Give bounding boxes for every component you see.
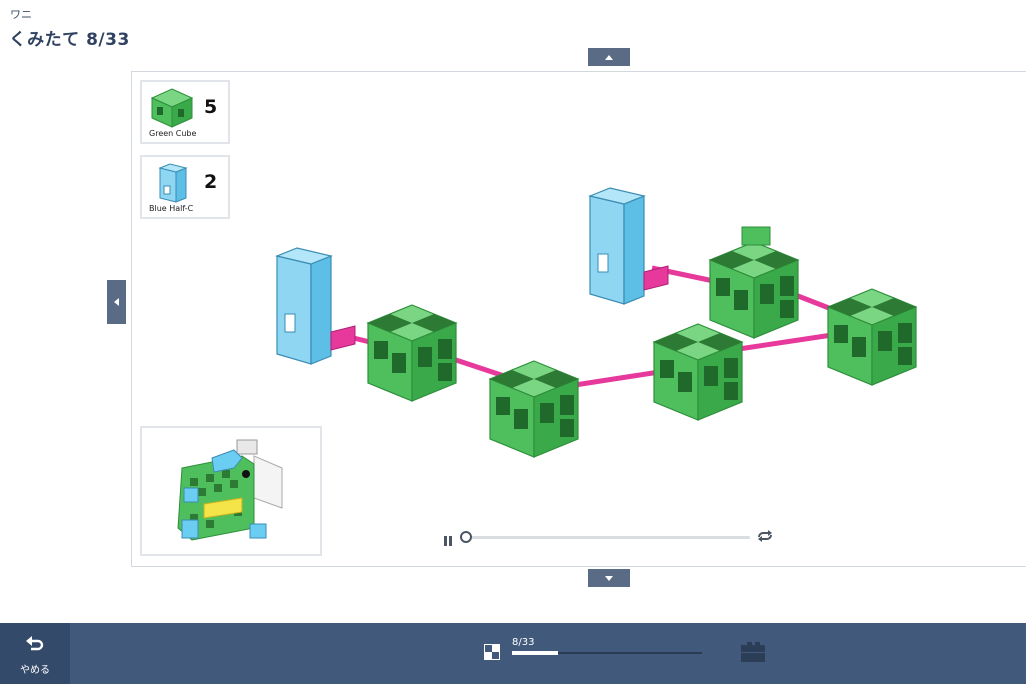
green-cube-4	[709, 241, 799, 339]
part-count: 2	[204, 171, 218, 193]
build-mode-icon[interactable]	[739, 642, 767, 664]
scrubber-handle[interactable]	[460, 531, 472, 543]
chevron-left-icon	[114, 298, 119, 306]
prev-view-button[interactable]	[588, 48, 630, 66]
animation-player	[444, 529, 784, 546]
blue-half-cube-right	[589, 187, 669, 305]
pause-icon-bar	[449, 536, 452, 546]
undo-icon	[26, 636, 44, 651]
quit-button[interactable]: やめる	[0, 623, 70, 684]
next-view-button[interactable]	[588, 569, 630, 587]
part-name: Blue Half-C	[149, 204, 194, 213]
part-count: 5	[204, 96, 218, 118]
completed-model-preview	[140, 426, 322, 556]
blue-half-cube-icon	[158, 163, 188, 203]
green-cube-icon	[150, 88, 194, 128]
bottom-bar: やめる 8/33	[0, 623, 1026, 684]
page-title: くみたて 8/33	[9, 30, 130, 50]
part-card-blue-half: 2 Blue Half-C	[140, 155, 230, 219]
loop-icon[interactable]	[756, 529, 774, 543]
pause-icon	[444, 536, 447, 546]
step-progress-fill	[512, 651, 559, 655]
step-progress-bar	[512, 651, 702, 655]
part-card-green-cube: 5 Green Cube	[140, 80, 230, 144]
assembly-stage[interactable]: 5 Green Cube 2 Blue Half-C	[131, 71, 1026, 567]
green-cube-5	[827, 288, 917, 386]
part-name: Green Cube	[149, 129, 197, 138]
collapse-parts-button[interactable]	[107, 280, 126, 324]
blue-half-cube-left	[276, 247, 356, 365]
quit-label: やめる	[20, 665, 50, 676]
green-stub	[741, 226, 771, 246]
green-cube-1	[367, 304, 457, 402]
step-counter: 8/33	[512, 637, 535, 648]
chevron-up-icon	[605, 54, 613, 60]
green-cube-2	[489, 360, 579, 458]
crocodile-model-image	[177, 439, 283, 541]
pause-button[interactable]	[444, 531, 454, 546]
chevron-down-icon	[605, 575, 613, 581]
model-subtitle: ワニ	[10, 8, 32, 21]
green-cube-3	[653, 323, 743, 421]
step-progress-icon	[484, 644, 500, 660]
animation-scrubber[interactable]	[468, 536, 750, 539]
